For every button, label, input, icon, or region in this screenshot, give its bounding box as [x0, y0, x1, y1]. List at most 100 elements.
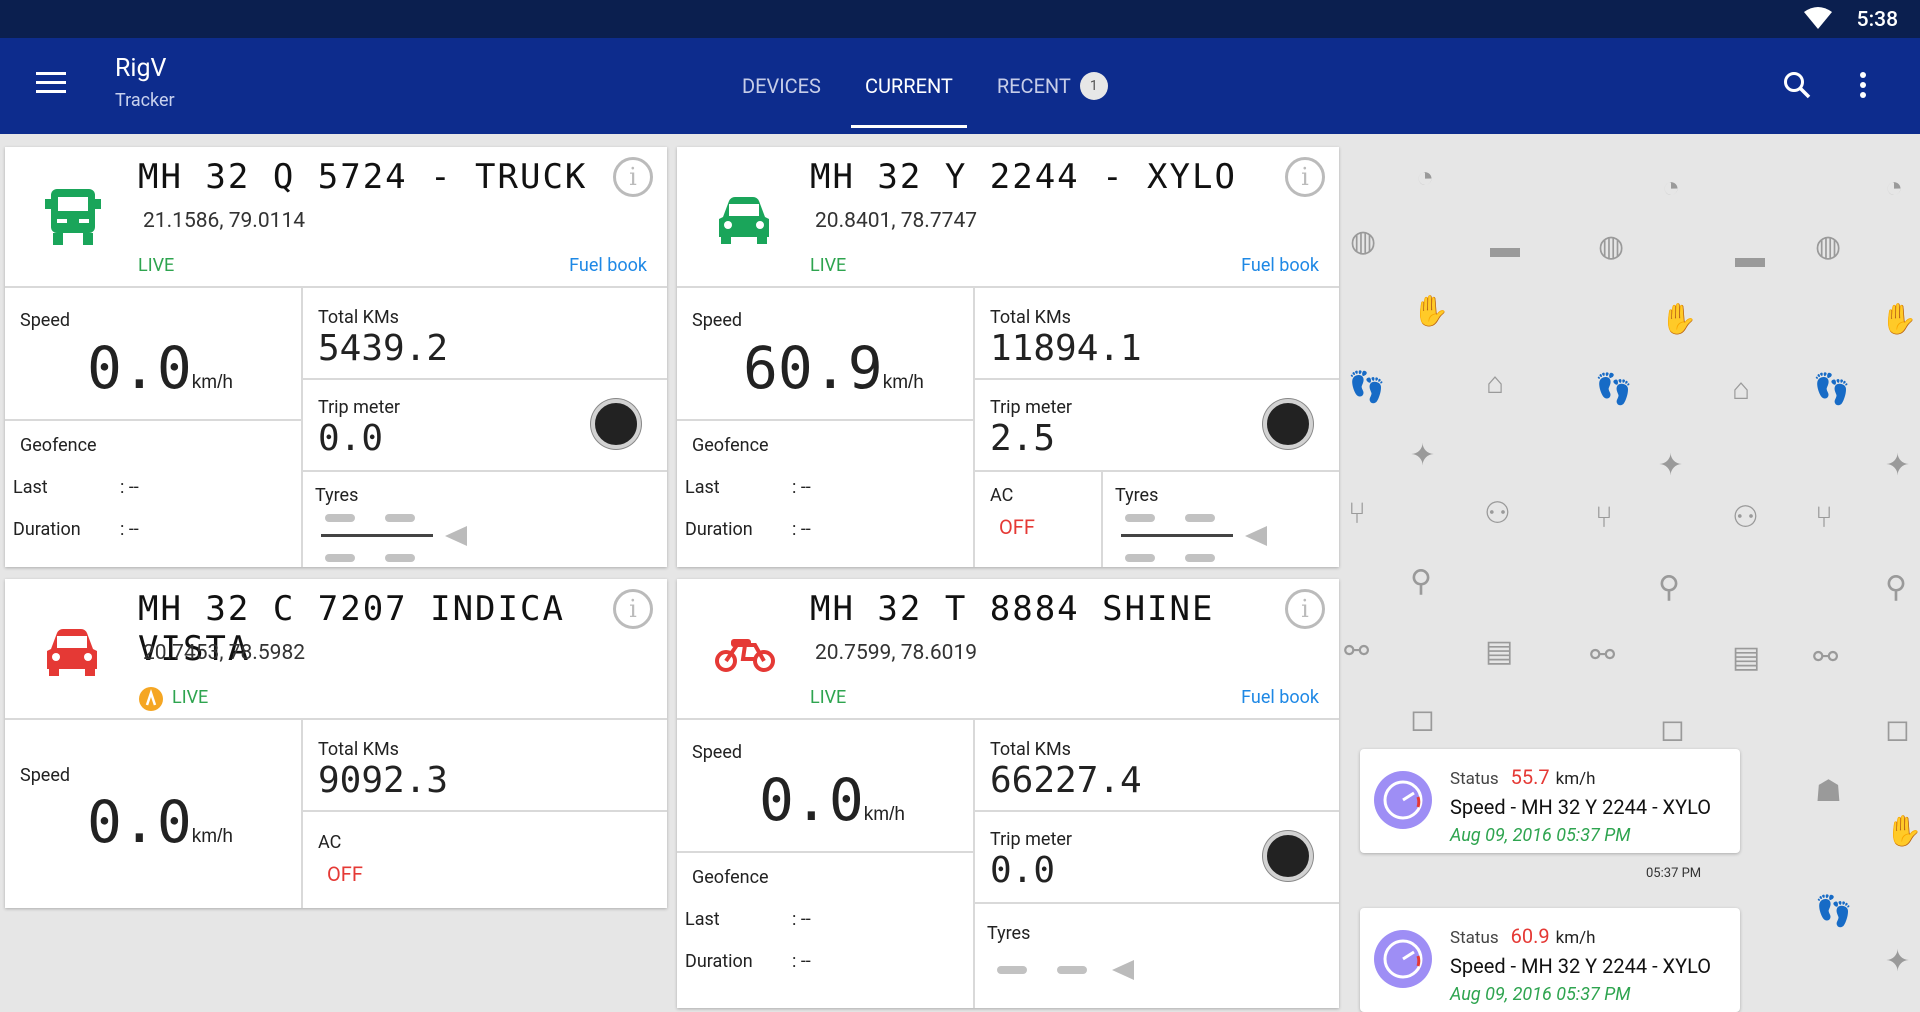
- geofence-duration-label: Duration: [685, 951, 753, 972]
- vehicle-card-xylo[interactable]: MH 32 Y 2244 - XYLO 20.8401, 78.7747 LIV…: [677, 147, 1339, 567]
- fuel-book-link[interactable]: Fuel book: [1241, 687, 1319, 708]
- footprint-icon: 👣: [1348, 370, 1386, 405]
- people-icon: ⚇: [1484, 496, 1511, 531]
- bus-icon: ▤: [1485, 634, 1514, 669]
- vehicle-card-indica-vista[interactable]: MH 32 C 7207 INDICA VISTA 20.7453, 78.59…: [5, 579, 667, 908]
- directions-icon: ⑂: [1815, 500, 1833, 535]
- menu-button[interactable]: [36, 72, 68, 98]
- footprint-icon: 👣: [1595, 372, 1633, 407]
- notification-date: Aug 09, 2016 05:37 PM: [1450, 984, 1631, 1005]
- tyres-label: Tyres: [1115, 485, 1159, 506]
- info-icon[interactable]: i: [1285, 157, 1325, 197]
- geofence-last-label: Last: [685, 477, 720, 498]
- geofence-cell: Geofence Last : -- Duration : --: [677, 421, 975, 567]
- status-bar: 5:38: [0, 0, 1920, 38]
- speed-label: Speed: [692, 310, 743, 331]
- vehicle-name: MH 32 Q 5724 - TRUCK: [138, 157, 588, 197]
- vehicle-coordinates: 21.1586, 79.0114: [143, 209, 306, 233]
- card-header: MH 32 C 7207 INDICA VISTA 20.7453, 78.59…: [5, 579, 667, 720]
- fuel-book-link[interactable]: Fuel book: [569, 255, 647, 276]
- speed-unit: km/h: [863, 804, 905, 825]
- trip-meter-value: 0.0: [318, 418, 384, 459]
- notification-speed: 55.7: [1510, 765, 1550, 789]
- ac-status: OFF: [327, 862, 363, 886]
- motorbike-icon: [715, 639, 775, 672]
- motorbike-icon: ⚯: [1813, 640, 1839, 675]
- satellite-icon: ✦: [1885, 944, 1911, 979]
- total-kms-value: 5439.2: [318, 328, 449, 369]
- motorbike-icon: ⚯: [1344, 634, 1370, 669]
- speed-value: 0.0km/h: [87, 334, 233, 402]
- search-icon[interactable]: [1782, 70, 1812, 100]
- speed-unit: km/h: [191, 372, 233, 393]
- total-kms-label: Total KMs: [990, 739, 1071, 760]
- notification-message: Speed - MH 32 Y 2244 - XYLO: [1450, 795, 1712, 819]
- vehicle-card-shine[interactable]: MH 32 T 8884 SHINE 20.7599, 78.6019 LIVE…: [677, 579, 1339, 1008]
- trip-reset-knob[interactable]: [1263, 831, 1313, 881]
- car-icon: [47, 629, 97, 676]
- vehicle-name: MH 32 Y 2244 - XYLO: [810, 157, 1237, 197]
- notification-status: Status 55.7 km/h: [1450, 765, 1596, 789]
- live-status: LIVE: [810, 255, 847, 276]
- app-title: RigV: [115, 54, 167, 83]
- tab-bar: DEVICES CURRENT RECENT 1: [720, 38, 1130, 134]
- tyre-axle: [1121, 534, 1233, 537]
- tyre-indicator: [385, 554, 415, 562]
- notification-status: Status 60.9 km/h: [1450, 924, 1596, 948]
- info-icon[interactable]: i: [613, 589, 653, 629]
- trip-meter-label: Trip meter: [318, 397, 400, 418]
- tyre-indicator: [997, 966, 1027, 974]
- vehicle-coordinates: 20.7599, 78.6019: [815, 641, 978, 665]
- geofence-cell: Geofence Last : -- Duration : --: [677, 853, 975, 1008]
- speed-unit: km/h: [191, 826, 233, 847]
- tyre-indicator: [325, 514, 355, 522]
- notification-time: 05:37 PM: [1646, 866, 1702, 881]
- hand-icon: ✋: [1412, 294, 1450, 329]
- directions-icon: ⑂: [1595, 500, 1613, 535]
- trip-meter-label: Trip meter: [990, 397, 1072, 418]
- speedometer-icon: ◔: [1662, 170, 1681, 205]
- info-icon[interactable]: i: [1285, 589, 1325, 629]
- direction-arrow-icon: [1112, 960, 1134, 980]
- satellite-icon: ✦: [1885, 448, 1911, 483]
- ac-cell: AC OFF: [975, 472, 1103, 567]
- bicycle-icon: ⚲: [1885, 570, 1907, 605]
- tyres-label: Tyres: [987, 923, 1031, 944]
- tyre-indicator: [385, 514, 415, 522]
- car-icon: ▬: [1490, 230, 1520, 265]
- people-icon: ⚇: [1732, 500, 1759, 535]
- recent-count-badge: 1: [1079, 72, 1108, 100]
- speed-cell: Speed 0.0km/h: [677, 720, 975, 853]
- tab-current[interactable]: CURRENT: [843, 38, 975, 134]
- total-kms-cell: Total KMs 66227.4: [975, 720, 1339, 812]
- ac-cell: AC OFF: [303, 812, 667, 908]
- tyre-indicator: [1185, 514, 1215, 522]
- notification-card[interactable]: Status 55.7 km/h Speed - MH 32 Y 2244 - XY…: [1360, 749, 1740, 853]
- ignition-key-icon: [139, 687, 163, 711]
- speed-label: Speed: [20, 310, 71, 331]
- trip-meter-value: 2.5: [990, 418, 1056, 459]
- tab-recent[interactable]: RECENT 1: [975, 38, 1130, 134]
- geofence-last-value: : --: [792, 477, 811, 498]
- trip-reset-knob[interactable]: [1263, 399, 1313, 449]
- satellite-icon: ✦: [1410, 438, 1436, 473]
- notification-card[interactable]: Status 60.9 km/h Speed - MH 32 Y 2244 - XY…: [1360, 908, 1740, 1012]
- trip-meter-cell: Trip meter 2.5: [975, 380, 1339, 472]
- background-pattern: ◔ ◔ ◔ ◍ ◍ ◍ ▬ ▬ ✋ ✋ ✋ 👣 ⌂ 👣 ⌂ 👣 ✦ ✦ ✦ ⑂ …: [1340, 134, 1920, 1008]
- total-kms-value: 66227.4: [990, 760, 1142, 801]
- tyre-axle: [321, 534, 433, 537]
- card-header: MH 32 Y 2244 - XYLO 20.8401, 78.7747 LIV…: [677, 147, 1339, 288]
- geofence-last-value: : --: [120, 477, 139, 498]
- tab-devices[interactable]: DEVICES: [720, 38, 843, 134]
- fuel-book-link[interactable]: Fuel book: [1241, 255, 1319, 276]
- tyres-cell: Tyres: [303, 472, 667, 567]
- vehicle-card-truck[interactable]: MH 32 Q 5724 - TRUCK 21.1586, 79.0114 LI…: [5, 147, 667, 567]
- bicycle-icon: ⚲: [1410, 564, 1432, 599]
- geofence-last-label: Last: [685, 909, 720, 930]
- trip-reset-knob[interactable]: [591, 399, 641, 449]
- total-kms-label: Total KMs: [318, 739, 399, 760]
- speed-value: 60.9km/h: [743, 334, 924, 402]
- more-options-icon[interactable]: [1858, 70, 1868, 100]
- bicycle-icon: ⚲: [1658, 570, 1680, 605]
- info-icon[interactable]: i: [613, 157, 653, 197]
